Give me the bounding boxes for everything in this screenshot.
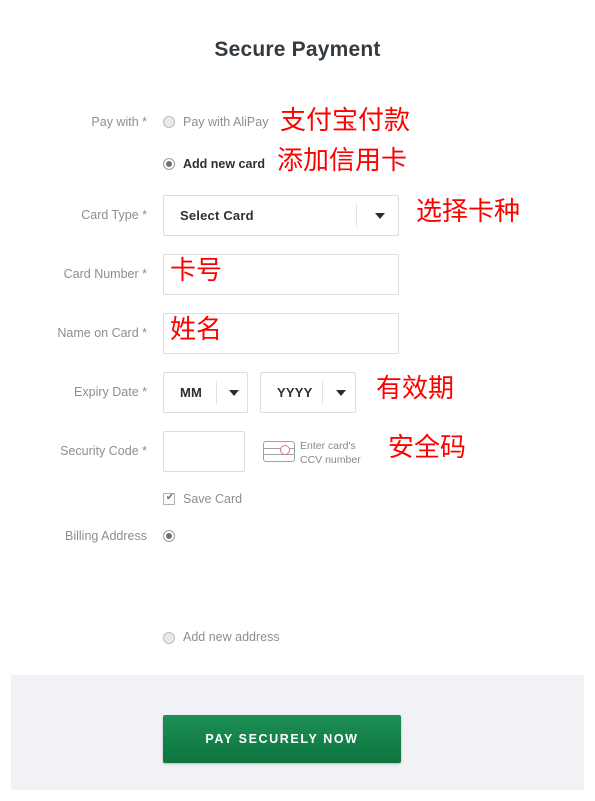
ccv-hint-line1: Enter card's — [300, 440, 356, 452]
radio-label-add-new-address[interactable]: Add new address — [183, 630, 280, 644]
radio-label-add-new-card[interactable]: Add new card — [183, 157, 265, 171]
footer-panel: PAY SECURELY NOW — [11, 675, 584, 790]
form-row-card-number: Card Number * 卡号 — [0, 254, 595, 295]
radio-pay-with-alipay[interactable] — [163, 116, 175, 128]
expiry-date-label: Expiry Date * — [74, 385, 147, 399]
annotation-security-code: 安全码 — [388, 433, 467, 463]
card-type-label: Card Type * — [81, 208, 147, 222]
billing-address-label: Billing Address — [65, 529, 147, 543]
form-row-name-on-card: Name on Card * 姓名 — [0, 313, 595, 354]
radio-existing-billing-address[interactable] — [163, 530, 175, 542]
form-row-card-type: Card Type * Select Card 选择卡种 — [0, 195, 595, 236]
credit-card-ccv-icon — [263, 441, 295, 462]
ccv-icon-circle — [280, 445, 290, 455]
expiry-month-separator — [216, 381, 217, 404]
radio-add-new-address[interactable] — [163, 632, 175, 644]
pay-with-label: Pay with * — [91, 115, 147, 129]
checkbox-save-card[interactable] — [163, 491, 176, 505]
checkbox-label-save-card[interactable]: Save Card — [183, 492, 242, 506]
pay-securely-now-button[interactable]: PAY SECURELY NOW — [163, 715, 401, 763]
ccv-hint-line2: CCV number — [300, 454, 361, 466]
expiry-year-value: YYYY — [277, 385, 313, 400]
radio-label-pay-with-alipay[interactable]: Pay with AliPay — [183, 115, 268, 129]
annotation-expiry-date: 有效期 — [376, 374, 455, 404]
chevron-down-icon — [229, 390, 239, 396]
expiry-year-separator — [322, 381, 323, 404]
form-row-add-new-address: Add new address — [0, 628, 595, 652]
form-row-billing-address: Billing Address — [0, 526, 595, 550]
card-type-value: Select Card — [180, 208, 254, 223]
chevron-down-icon — [375, 213, 385, 219]
security-code-label: Security Code * — [60, 444, 147, 458]
form-row-expiry-date: Expiry Date * MM YYYY 有效期 — [0, 372, 595, 413]
form-row-add-new-card: Add new card 添加信用卡 — [0, 148, 595, 178]
expiry-month-value: MM — [180, 385, 203, 400]
payment-form: Pay with * Pay with AliPay 支付宝付款 Add new… — [0, 0, 595, 675]
chevron-down-icon — [336, 390, 346, 396]
expiry-month-select[interactable]: MM — [163, 372, 248, 413]
form-row-pay-with: Pay with * Pay with AliPay 支付宝付款 — [0, 108, 595, 136]
radio-add-new-card[interactable] — [163, 158, 175, 170]
annotation-card-number: 卡号 — [170, 256, 223, 286]
annotation-alipay: 支付宝付款 — [280, 106, 411, 136]
name-on-card-label: Name on Card * — [57, 326, 147, 340]
annotation-name-on-card: 姓名 — [170, 315, 223, 345]
form-row-security-code: Security Code * Enter card's CCV number … — [0, 431, 595, 472]
security-code-input[interactable] — [163, 431, 245, 472]
annotation-card-type: 选择卡种 — [416, 197, 521, 227]
card-number-label: Card Number * — [63, 267, 147, 281]
card-type-separator — [356, 204, 357, 227]
expiry-year-select[interactable]: YYYY — [260, 372, 356, 413]
annotation-add-new-card: 添加信用卡 — [277, 146, 408, 176]
card-type-select[interactable]: Select Card — [163, 195, 399, 236]
form-row-save-card: Save Card — [0, 491, 595, 511]
ccv-icon-line — [264, 454, 294, 456]
